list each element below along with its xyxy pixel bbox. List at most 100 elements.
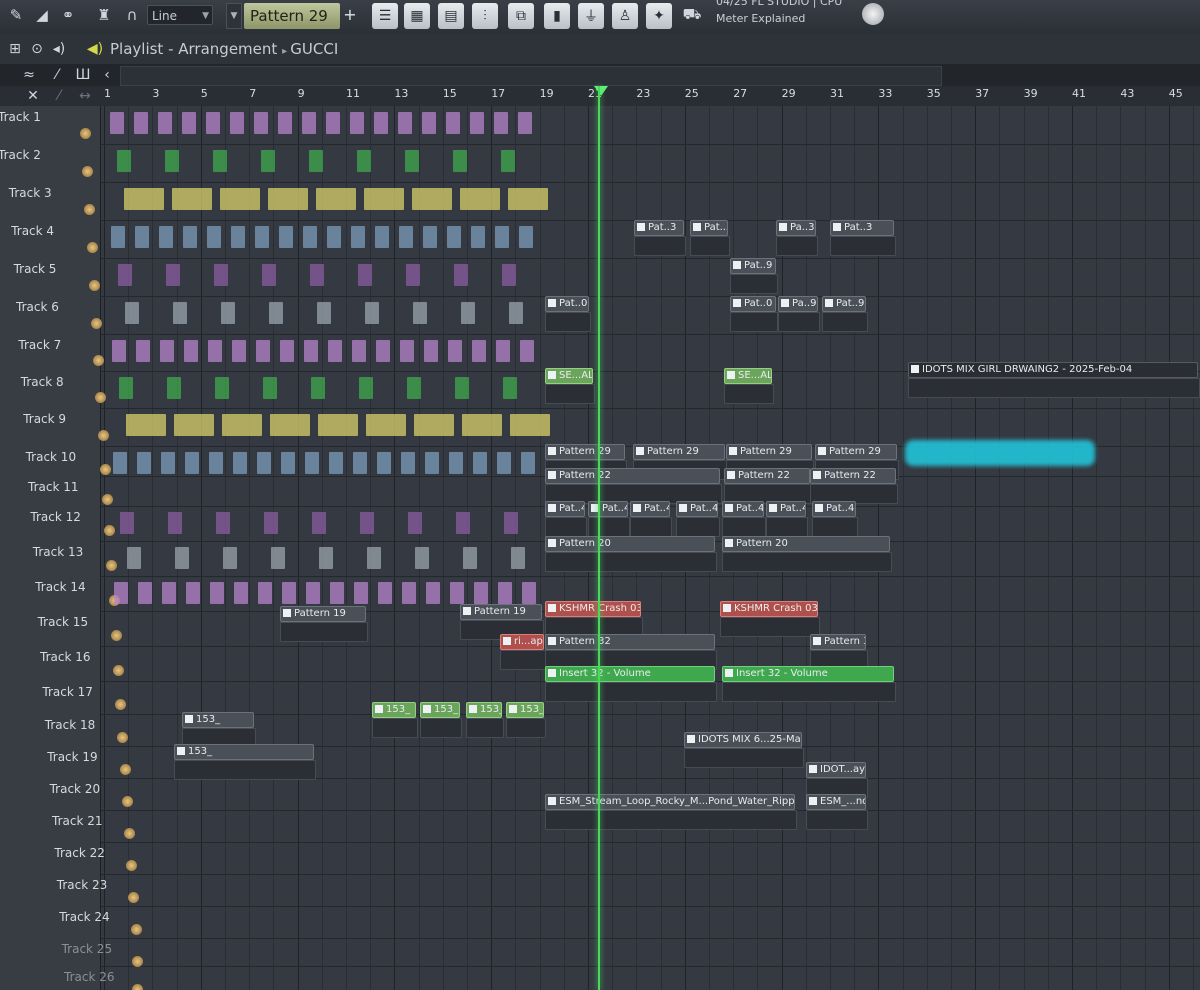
track-header[interactable]: Track 15 bbox=[0, 611, 122, 646]
clip[interactable]: IDOTS MIX 6...25-May-03 bbox=[684, 732, 802, 748]
clip[interactable]: Insert 32 - Volume bbox=[545, 666, 715, 682]
pattern-name[interactable]: Pattern 29 bbox=[244, 3, 340, 29]
clip-menu-icon[interactable] bbox=[548, 299, 556, 307]
scroll-left-icon[interactable]: ‹ bbox=[98, 66, 116, 84]
clip-menu-icon[interactable] bbox=[725, 669, 733, 677]
pattern-block[interactable] bbox=[183, 226, 197, 248]
pattern-block[interactable] bbox=[456, 512, 470, 534]
pattern-block[interactable] bbox=[460, 188, 500, 210]
pattern-block[interactable] bbox=[402, 582, 416, 604]
pattern-block[interactable] bbox=[365, 302, 379, 324]
pattern-block[interactable] bbox=[162, 582, 176, 604]
clip-menu-icon[interactable] bbox=[815, 504, 823, 512]
track-mute-icon[interactable] bbox=[82, 166, 94, 177]
clip-body[interactable] bbox=[545, 384, 595, 404]
pattern-block[interactable] bbox=[330, 582, 344, 604]
clip-menu-icon[interactable] bbox=[733, 299, 741, 307]
pattern-block[interactable] bbox=[135, 226, 149, 248]
clip[interactable]: ri...apu bbox=[500, 634, 544, 650]
clip-body[interactable] bbox=[720, 617, 820, 637]
track-header[interactable]: Track 18 bbox=[0, 714, 129, 746]
pattern-block[interactable] bbox=[269, 302, 283, 324]
pattern-block[interactable] bbox=[282, 582, 296, 604]
pattern-block[interactable] bbox=[174, 414, 214, 436]
pattern-block[interactable] bbox=[353, 452, 367, 474]
clip[interactable]: Pattern 29 bbox=[545, 444, 625, 460]
pattern-block[interactable] bbox=[497, 452, 511, 474]
clip-menu-icon[interactable] bbox=[283, 609, 291, 617]
clip-menu-icon[interactable] bbox=[548, 637, 556, 645]
pattern-block[interactable] bbox=[209, 452, 223, 474]
clip-menu-icon[interactable] bbox=[727, 371, 735, 379]
speaker-icon[interactable]: ◂) bbox=[50, 40, 68, 58]
clip[interactable]: KSHMR Crash 03 bbox=[720, 601, 818, 617]
pattern-block[interactable] bbox=[446, 112, 460, 134]
overview-scrollbar[interactable] bbox=[120, 66, 942, 86]
clip-menu-icon[interactable] bbox=[679, 504, 687, 512]
clip-body[interactable] bbox=[690, 236, 730, 256]
pattern-block[interactable] bbox=[471, 226, 485, 248]
pattern-block[interactable] bbox=[399, 226, 413, 248]
pattern-block[interactable] bbox=[134, 112, 148, 134]
track-header[interactable]: Track 10 bbox=[0, 446, 111, 476]
clip[interactable]: 153_ bbox=[506, 702, 544, 718]
pattern-block[interactable] bbox=[352, 340, 366, 362]
track-header[interactable]: Track 4 bbox=[0, 220, 101, 258]
track-mute-icon[interactable] bbox=[86, 242, 98, 253]
clip[interactable]: Pattern 20 bbox=[545, 536, 715, 552]
clip-menu-icon[interactable] bbox=[769, 504, 777, 512]
link-icon[interactable]: ⚭ bbox=[56, 3, 80, 27]
clip-menu-icon[interactable] bbox=[813, 637, 821, 645]
clip-body[interactable] bbox=[778, 312, 820, 332]
track-mute-icon[interactable] bbox=[119, 764, 131, 775]
pattern-block[interactable] bbox=[206, 112, 220, 134]
clip[interactable]: SE...AL bbox=[724, 368, 772, 384]
track-header[interactable]: Track 9 bbox=[0, 408, 109, 446]
clip-menu-icon[interactable] bbox=[423, 705, 431, 713]
pattern-block[interactable] bbox=[426, 582, 440, 604]
pattern-block[interactable] bbox=[264, 512, 278, 534]
clip[interactable]: KSHMR Crash 03 bbox=[545, 601, 641, 617]
pattern-block[interactable] bbox=[175, 547, 189, 569]
pattern-block[interactable] bbox=[520, 340, 534, 362]
track-row[interactable]: Track 4 bbox=[0, 220, 1200, 259]
pattern-block[interactable] bbox=[319, 547, 333, 569]
pattern-block[interactable] bbox=[448, 340, 462, 362]
pattern-block[interactable] bbox=[504, 512, 518, 534]
pattern-block[interactable] bbox=[470, 112, 484, 134]
clip-menu-icon[interactable] bbox=[469, 705, 477, 713]
track-mute-icon[interactable] bbox=[80, 128, 91, 139]
pattern-block[interactable] bbox=[113, 452, 127, 474]
pattern-block[interactable] bbox=[138, 582, 152, 604]
clip-body[interactable] bbox=[174, 760, 316, 780]
clip-menu-icon[interactable] bbox=[809, 797, 817, 805]
pattern-block[interactable] bbox=[281, 452, 295, 474]
clip[interactable]: Pattern 29 bbox=[815, 444, 897, 460]
track-mute-icon[interactable] bbox=[95, 392, 107, 403]
track-mute-icon[interactable] bbox=[84, 204, 96, 215]
pattern-block[interactable] bbox=[318, 414, 358, 436]
track-mute-icon[interactable] bbox=[113, 665, 124, 676]
clip-menu-icon[interactable] bbox=[725, 504, 733, 512]
track-mute-icon[interactable] bbox=[121, 796, 133, 807]
pattern-block[interactable] bbox=[168, 512, 182, 534]
pattern-block[interactable] bbox=[496, 340, 510, 362]
pattern-block[interactable] bbox=[354, 582, 368, 604]
pattern-block[interactable] bbox=[454, 264, 468, 286]
track-mute-icon[interactable] bbox=[104, 525, 116, 536]
pattern-block[interactable] bbox=[207, 226, 221, 248]
pattern-block[interactable] bbox=[118, 264, 132, 286]
pattern-block[interactable] bbox=[166, 264, 180, 286]
pattern-block[interactable] bbox=[234, 582, 248, 604]
pattern-block[interactable] bbox=[305, 452, 319, 474]
track-row[interactable]: Track 18 bbox=[0, 714, 1200, 747]
pattern-block[interactable] bbox=[184, 340, 198, 362]
clip[interactable]: Pat..3 bbox=[690, 220, 728, 236]
clip-menu-icon[interactable] bbox=[375, 705, 383, 713]
pattern-block[interactable] bbox=[312, 512, 326, 534]
clip[interactable]: Pattern 32 bbox=[545, 634, 715, 650]
pattern-block[interactable] bbox=[126, 414, 166, 436]
clip-menu-icon[interactable] bbox=[509, 705, 517, 713]
clip-menu-icon[interactable] bbox=[727, 471, 735, 479]
pattern-block[interactable] bbox=[232, 340, 246, 362]
